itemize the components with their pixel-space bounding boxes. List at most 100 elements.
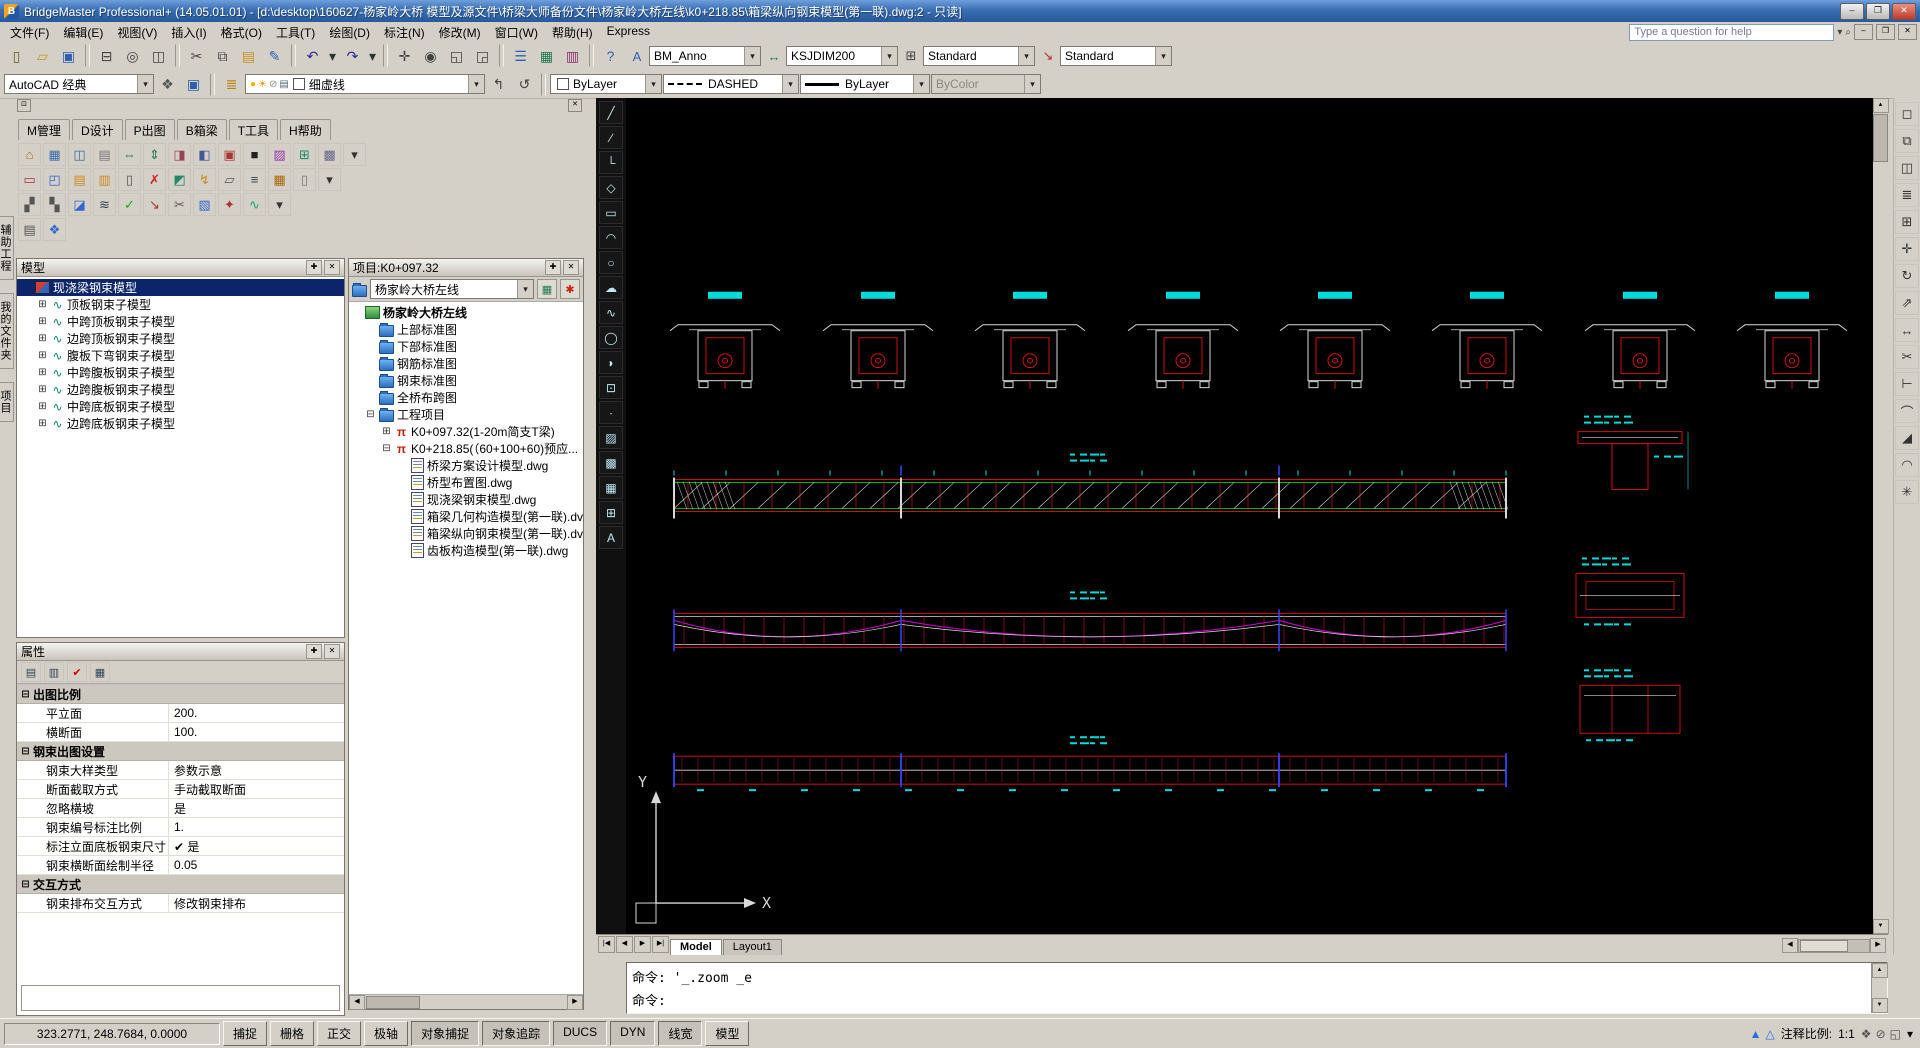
properties-toolbar-button[interactable]: ▤ xyxy=(21,662,41,682)
menu-item[interactable]: 编辑(E) xyxy=(56,22,110,43)
project-tree-item[interactable]: ⊟ 工程项目 xyxy=(349,406,583,423)
bm-tool-button[interactable]: ▨ xyxy=(268,143,291,166)
cad-canvas[interactable]: YX xyxy=(626,98,1873,934)
property-value[interactable]: 是 xyxy=(169,799,344,817)
tree-expander-icon[interactable]: ⊞ xyxy=(37,316,48,327)
toolbar-button[interactable]: ◉ xyxy=(418,44,443,69)
toolbar-button[interactable]: ▯ xyxy=(4,44,29,69)
project-tree-item[interactable]: 现浇梁钢束模型.dwg xyxy=(349,491,583,508)
color-combo[interactable]: ByLayer xyxy=(550,74,662,94)
project-refresh-button[interactable]: ✱ xyxy=(560,279,580,299)
close-dock-button[interactable]: ✕ xyxy=(568,98,582,112)
minimize-button[interactable]: – xyxy=(1840,2,1864,20)
annotation-scale-value[interactable]: 1:1 xyxy=(1838,1027,1855,1041)
layer-properties-manager-button[interactable]: ≣ xyxy=(219,72,244,97)
modify-tool-button[interactable]: ✂ xyxy=(1895,345,1919,369)
draw-tool-button[interactable]: ▩ xyxy=(599,451,623,474)
draw-tool-button[interactable]: ◠ xyxy=(599,226,623,249)
toolbar-button[interactable]: ✎ xyxy=(262,44,287,69)
pin-icon[interactable]: ✚ xyxy=(306,644,322,659)
layout-nav-button[interactable]: ▶ xyxy=(634,936,651,953)
draw-tool-button[interactable]: ∕ xyxy=(599,126,623,149)
status-toggle-button[interactable]: 对象追踪 xyxy=(482,1021,551,1046)
bm-tool-button[interactable]: ⇕ xyxy=(143,143,166,166)
bm-tool-button[interactable]: ↘ xyxy=(143,193,166,216)
scroll-down-icon[interactable]: ▼ xyxy=(1871,998,1888,1013)
toolbar-button[interactable]: ▱ xyxy=(30,44,55,69)
bm-tool-button[interactable]: ✂ xyxy=(168,193,191,216)
status-toggle-button[interactable]: 模型 xyxy=(705,1021,750,1046)
bm-tool-button[interactable]: ▞ xyxy=(18,193,41,216)
modify-tool-button[interactable]: ⧉ xyxy=(1895,129,1919,153)
bm-tool-button[interactable]: ◧ xyxy=(193,143,216,166)
bm-tool-button[interactable]: ◩ xyxy=(168,168,191,191)
property-value[interactable]: 200. xyxy=(169,704,344,722)
model-tree-item[interactable]: ⊞ 边跨腹板钢束子模型 xyxy=(17,381,344,398)
bm-tool-button[interactable]: ▾ xyxy=(318,168,341,191)
draw-tool-button[interactable]: ▨ xyxy=(599,426,623,449)
modify-tool-button[interactable]: ↔ xyxy=(1895,318,1919,342)
annotation-icon[interactable]: △ xyxy=(1766,1028,1775,1040)
layer-plot-icon[interactable]: ▤ xyxy=(279,79,288,90)
toolbar-button[interactable]: ▣ xyxy=(56,44,81,69)
property-value[interactable]: 修改钢束排布 xyxy=(169,894,344,912)
modify-tool-button[interactable]: ✳ xyxy=(1895,480,1919,504)
bm-tool-button[interactable]: ∿ xyxy=(243,193,266,216)
tree-expander-icon[interactable]: ⊞ xyxy=(37,299,48,310)
bm-tool-button[interactable]: ⌂ xyxy=(18,143,41,166)
bm-tool-button[interactable]: ≋ xyxy=(93,193,116,216)
project-tree-item[interactable]: 钢筋标准图 xyxy=(349,355,583,372)
project-tree-item[interactable]: 箱梁纵向钢束模型(第一联).dv xyxy=(349,525,583,542)
group-collapse-icon[interactable]: ⊟ xyxy=(20,689,31,700)
group-collapse-icon[interactable]: ⊟ xyxy=(20,746,31,757)
bm-tool-button[interactable]: ▦ xyxy=(268,168,291,191)
bm-tool-button[interactable]: ▯ xyxy=(293,168,316,191)
status-toggle-button[interactable]: 正交 xyxy=(317,1021,362,1046)
side-tab[interactable]: 辅助工程 xyxy=(0,216,14,280)
property-value[interactable]: 手动截取断面 xyxy=(169,780,344,798)
properties-toolbar-button[interactable]: ✔ xyxy=(67,662,87,682)
toolbar-button[interactable]: ▦ xyxy=(534,44,559,69)
layout-nav-button[interactable]: |◀ xyxy=(598,936,615,953)
bm-tool-button[interactable]: ◫ xyxy=(68,143,91,166)
modify-tool-button[interactable]: ✛ xyxy=(1895,237,1919,261)
style-combo[interactable]: BM_Anno xyxy=(649,46,761,66)
bm-tool-button[interactable]: ▩ xyxy=(318,143,341,166)
toolbar-button[interactable]: ▤ xyxy=(236,44,261,69)
bm-tool-button[interactable]: ▾ xyxy=(268,193,291,216)
status-tray-icon[interactable]: ◱ xyxy=(1890,1028,1901,1040)
project-tree-item[interactable]: 桥梁方案设计模型.dwg xyxy=(349,457,583,474)
toolbar-button[interactable]: ✂ xyxy=(184,44,209,69)
scroll-up-icon[interactable]: ▲ xyxy=(1871,963,1888,978)
properties-toolbar-button[interactable]: ▦ xyxy=(90,662,110,682)
command-prompt[interactable]: 命令: xyxy=(632,990,1866,1009)
draw-tool-button[interactable]: ◯ xyxy=(599,326,623,349)
toolbar-button[interactable]: ↺ xyxy=(512,72,537,97)
status-toggle-button[interactable]: 对象捕捉 xyxy=(411,1021,480,1046)
linetype-combo[interactable]: DASHED xyxy=(663,74,799,94)
project-tree-item[interactable]: 杨家岭大桥左线 xyxy=(349,304,583,321)
bm-tool-button[interactable]: ▤ xyxy=(93,143,116,166)
layer-lock-icon[interactable]: ⊘ xyxy=(269,79,277,90)
toolbar-button[interactable] xyxy=(499,43,504,67)
layout-nav-button[interactable]: ▶| xyxy=(652,936,669,953)
bm-tool-button[interactable]: ◪ xyxy=(68,193,91,216)
toolbar-button[interactable]: ↶ xyxy=(300,44,325,69)
menu-item[interactable]: 修改(M) xyxy=(432,22,488,43)
project-combo[interactable]: 杨家岭大桥左线 xyxy=(370,279,534,299)
project-tree-item[interactable]: ⊟ K0+218.85(（60+100+60)预应... xyxy=(349,440,583,457)
model-tree-item[interactable]: ⊞ 顶板钢束子模型 xyxy=(17,296,344,313)
project-tree-item[interactable]: 齿板构造模型(第一联).dwg xyxy=(349,542,583,559)
toolbar-button[interactable]: ↷ xyxy=(340,44,365,69)
toolbar-button[interactable]: ▾ xyxy=(326,44,339,69)
model-tree-item[interactable]: ⊞ 中跨底板钢束子模型 xyxy=(17,398,344,415)
scroll-left-icon[interactable]: ◀ xyxy=(1782,938,1798,953)
command-window[interactable]: 命令: '_.zoom _e 命令: ▲ ▼ xyxy=(626,962,1888,1014)
project-horizontal-scrollbar[interactable]: ◀ ▶ xyxy=(349,994,583,1010)
status-tray-icon[interactable]: ❖ xyxy=(1861,1028,1872,1040)
toolbar-button[interactable] xyxy=(589,43,594,67)
scrollbar-thumb[interactable] xyxy=(1800,939,1848,952)
toolbar-button[interactable]: ? xyxy=(598,44,623,69)
layer-combo[interactable]: ● ☀ ⊘ ▤ 细虚线 xyxy=(245,74,485,94)
toolbar-button[interactable]: ↰ xyxy=(486,72,511,97)
